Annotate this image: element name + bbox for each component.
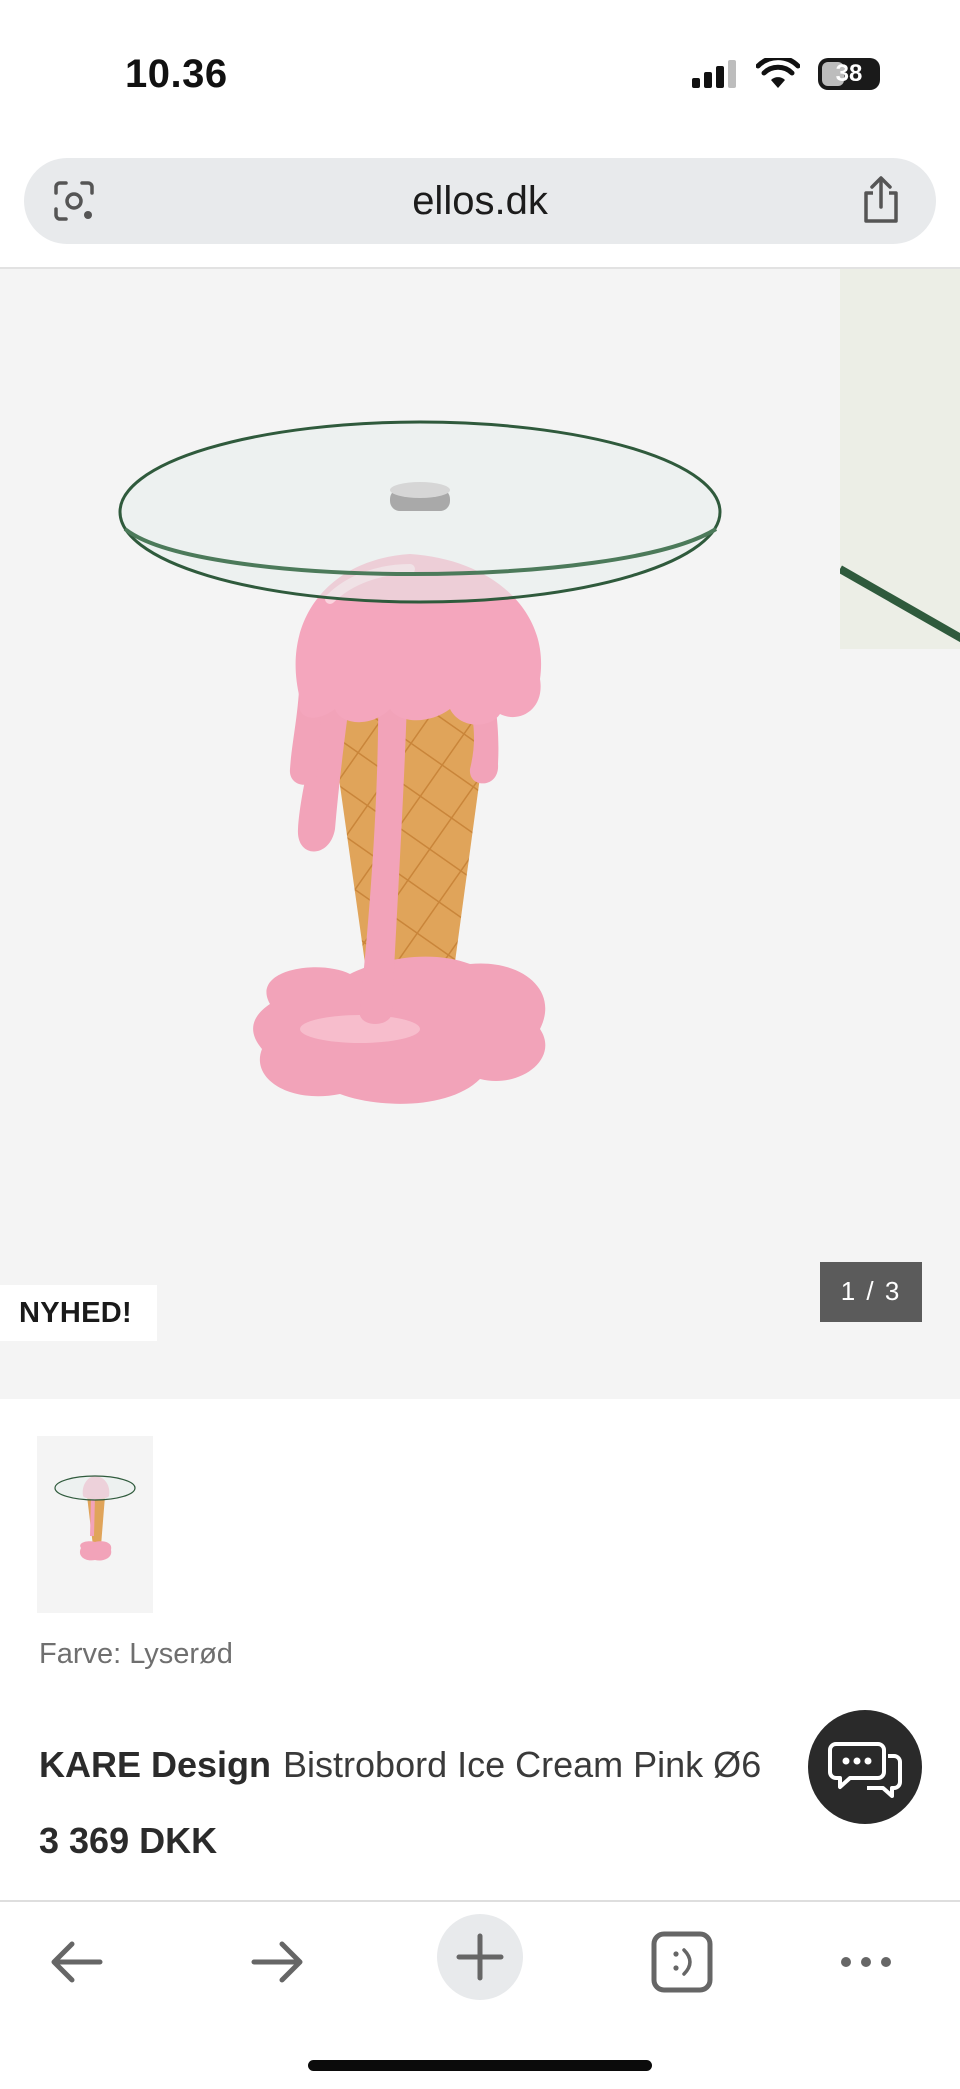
cellular-signal-icon — [692, 60, 736, 88]
new-badge-label: NYHED! — [19, 1297, 132, 1329]
thumbnail-1[interactable] — [37, 1436, 153, 1613]
status-icons: 38 — [692, 58, 880, 90]
new-badge: NYHED! — [0, 1285, 157, 1341]
product-name: Bistrobord Ice Cream Pink Ø6 — [283, 1744, 762, 1785]
browser-toolbar — [0, 1900, 960, 2089]
product-image — [118, 420, 722, 1104]
wifi-icon — [756, 58, 800, 88]
share-icon[interactable] — [858, 175, 904, 225]
battery-level: 38 — [835, 60, 863, 87]
thumbnail-image — [54, 1475, 136, 1561]
status-time: 10.36 — [125, 52, 228, 96]
tabs-icon[interactable] — [640, 1920, 724, 2004]
chat-bubbles-icon — [828, 1742, 902, 1798]
slide-counter: 1 / 3 — [820, 1262, 922, 1322]
slide-counter-text: 1 / 3 — [840, 1276, 902, 1306]
arrow-right-icon[interactable] — [236, 1920, 320, 2004]
product-price: 3 369 DKK — [39, 1820, 218, 1861]
address-bar[interactable]: ellos.dk — [24, 158, 936, 244]
more-dots-icon[interactable] — [824, 1920, 908, 2004]
home-indicator[interactable] — [308, 2060, 652, 2071]
plus-icon[interactable] — [437, 1914, 523, 2000]
battery-icon: 38 — [818, 58, 880, 90]
status-bar: 10.36 38 — [0, 0, 960, 150]
product-brand[interactable]: KARE Design — [39, 1744, 271, 1785]
arrow-left-icon[interactable] — [34, 1920, 118, 2004]
chat-button[interactable] — [808, 1710, 922, 1824]
color-label: Farve: Lyserød — [39, 1638, 233, 1670]
url-text[interactable]: ellos.dk — [24, 179, 936, 224]
next-slide-peek[interactable] — [838, 269, 960, 649]
product-gallery[interactable]: NYHED! 1 / 3 — [0, 269, 960, 1399]
product-title: KARE Design Bistrobord Ice Cream Pink Ø6 — [39, 1744, 859, 1786]
